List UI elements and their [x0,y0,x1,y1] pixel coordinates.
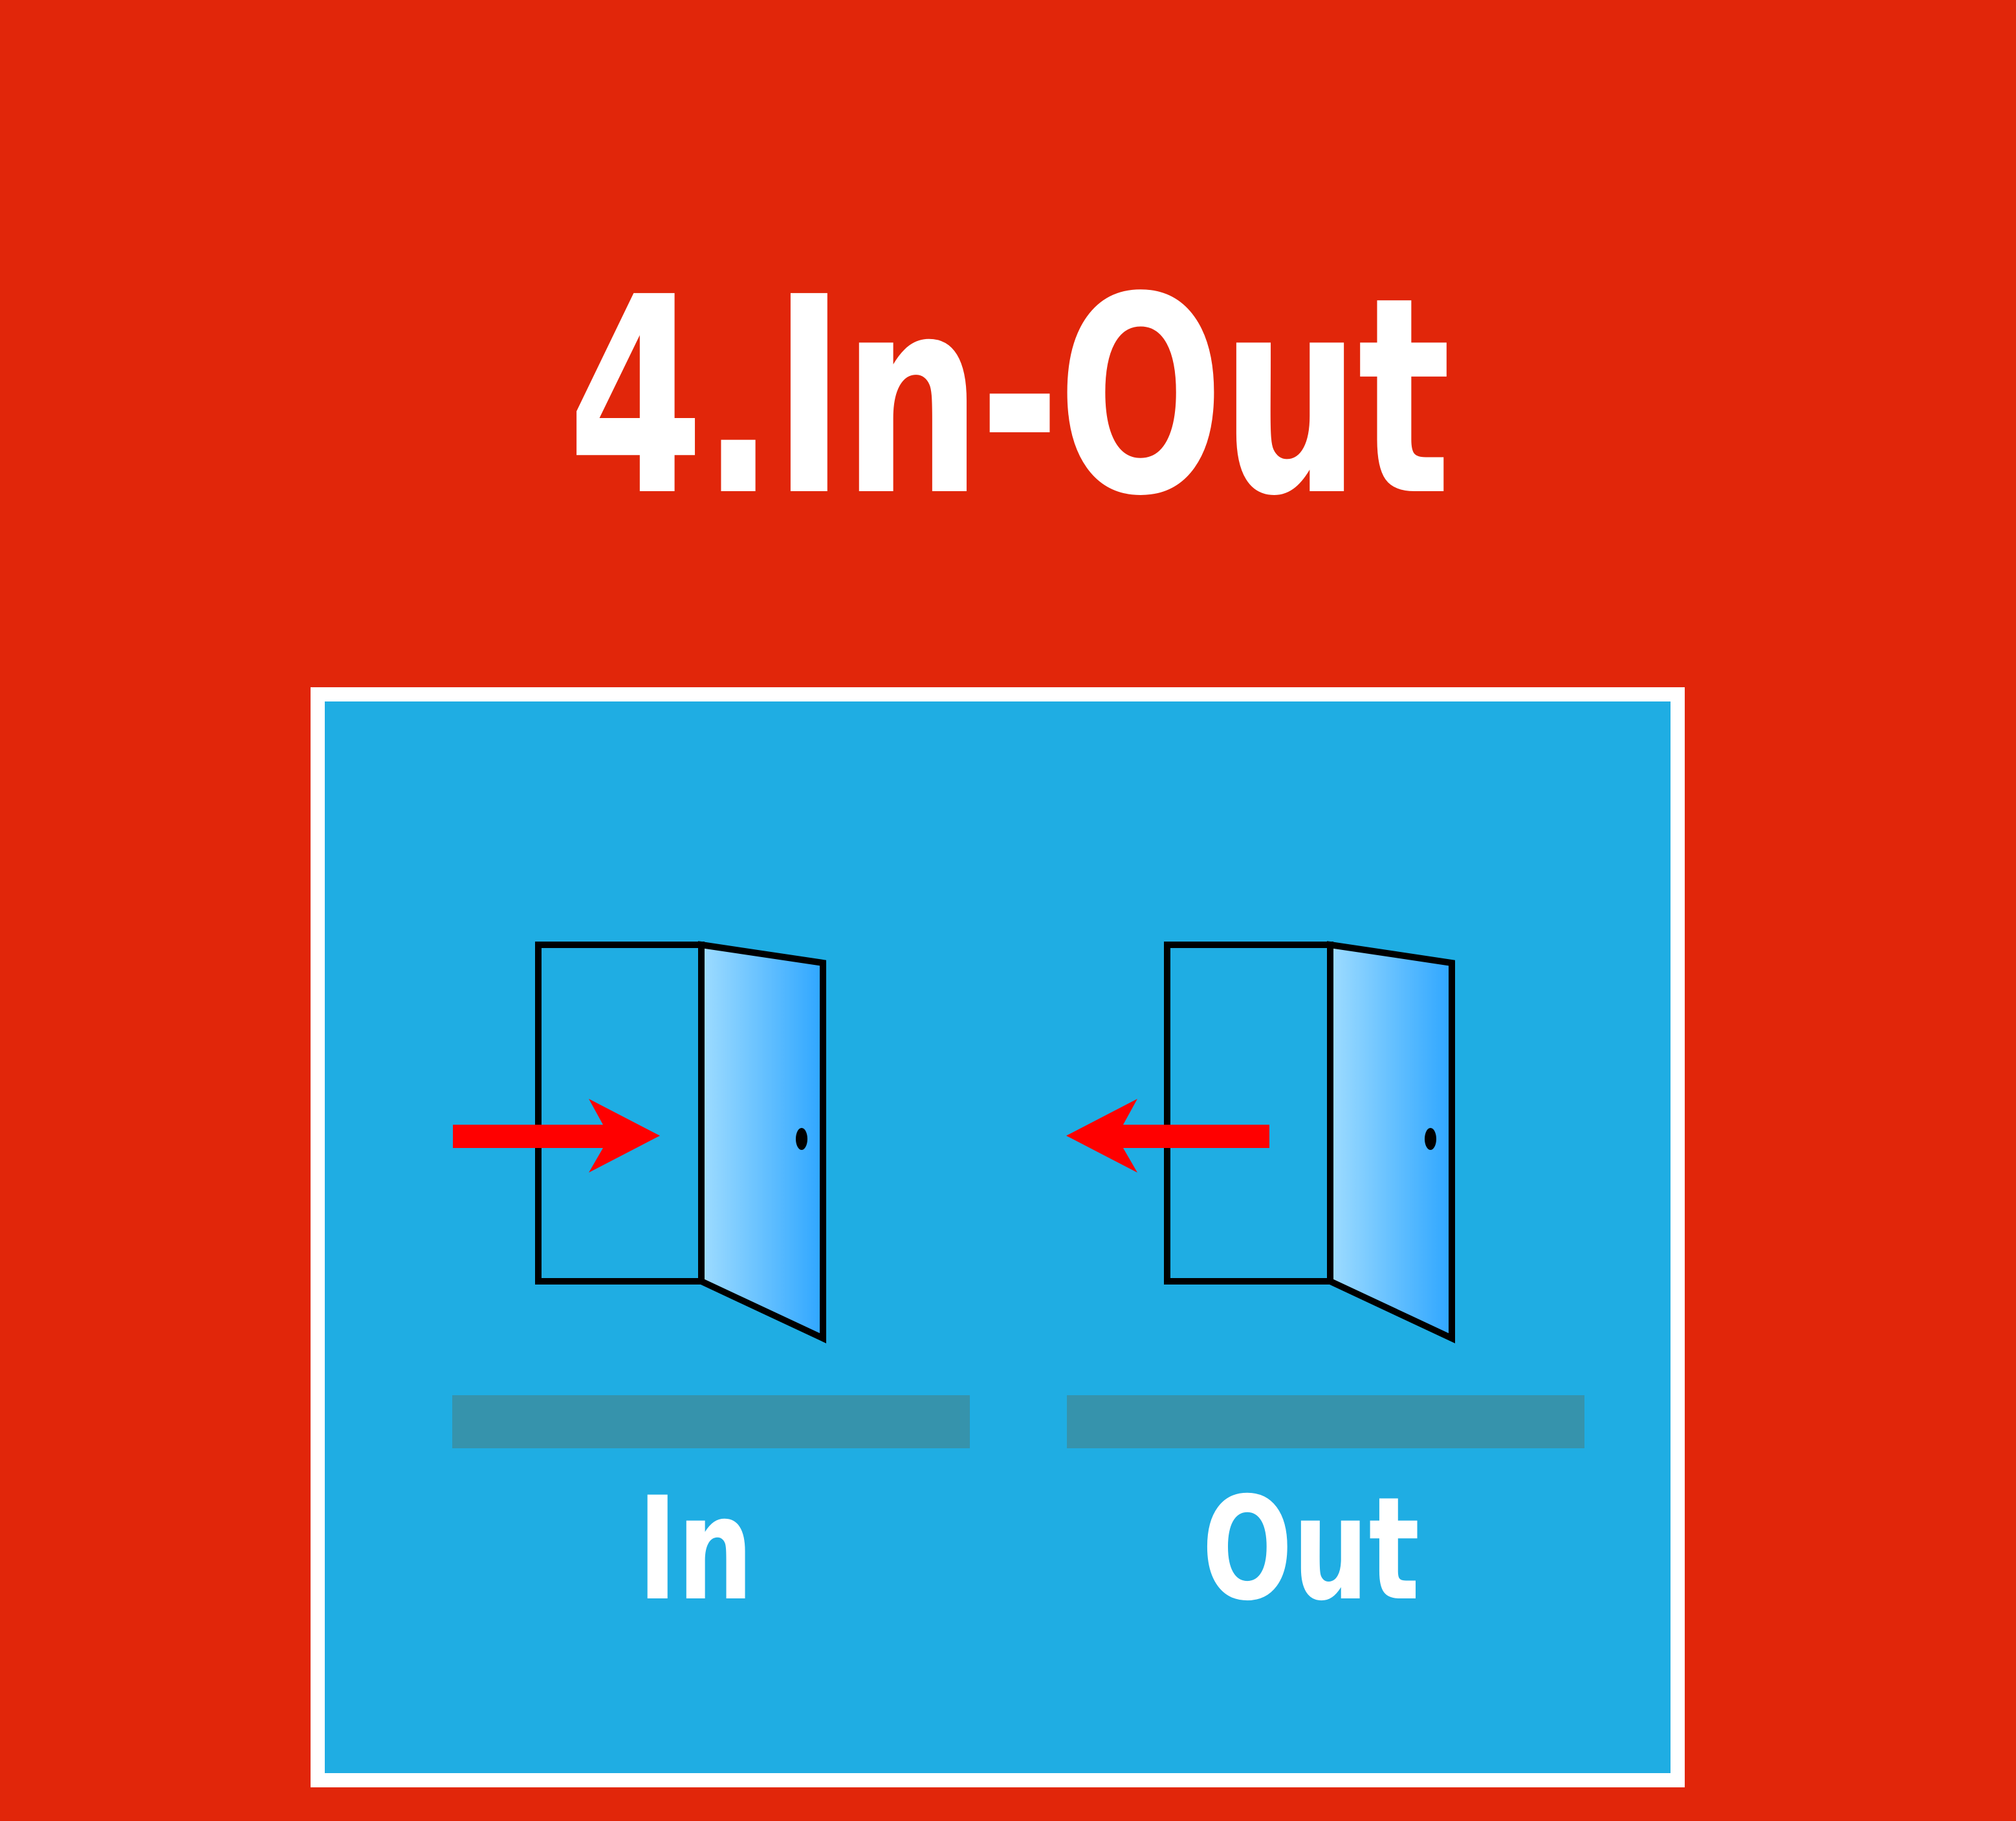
floor-bar-in [452,1395,970,1448]
in-label: In [637,1466,754,1632]
floor-bar-out [1067,1395,1584,1448]
out-door-group [1066,941,1584,1448]
out-label: Out [1201,1466,1420,1632]
page-title: 4.In-Out [567,239,1451,556]
page: 4.In-Out In Out [0,0,2016,1821]
in-door-group [452,941,970,1448]
arrow-right-icon [453,1099,660,1173]
diagram-panel: In Out [311,687,1685,1787]
